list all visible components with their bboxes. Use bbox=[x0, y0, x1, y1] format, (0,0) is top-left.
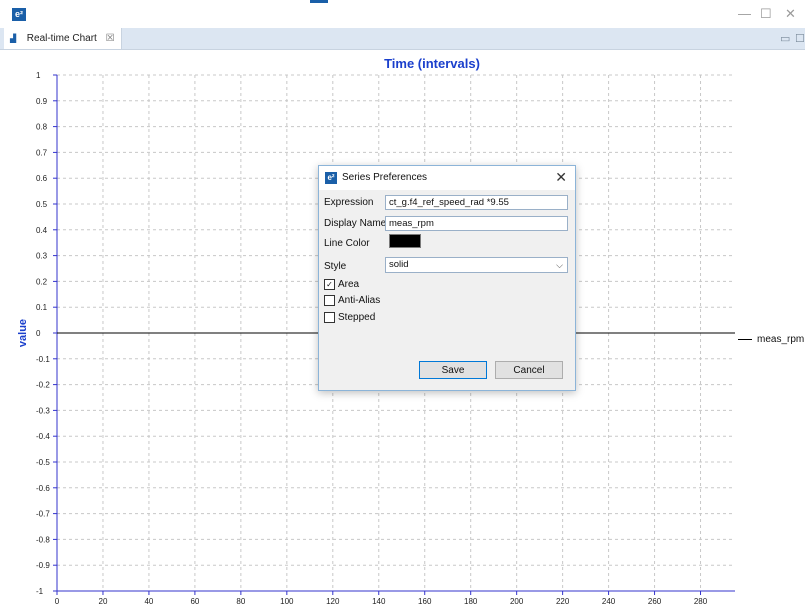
x-tick-label: 80 bbox=[236, 597, 245, 606]
y-tick-label: 0.8 bbox=[36, 123, 48, 132]
display-name-input[interactable] bbox=[385, 216, 568, 231]
anti-alias-label: Anti-Alias bbox=[338, 295, 381, 307]
legend-label: meas_rpm bbox=[757, 334, 805, 345]
style-select[interactable]: solid ⌵ bbox=[385, 257, 568, 273]
dialog-titlebar: e² Series Preferences ✕ bbox=[319, 166, 575, 190]
view-maximize-icon[interactable]: ☐ bbox=[795, 32, 805, 45]
expression-input[interactable] bbox=[385, 195, 568, 210]
editor-tabstrip: ▟ Real-time Chart ☒ ▭ ☐ bbox=[0, 28, 805, 50]
x-tick-label: 120 bbox=[326, 597, 340, 606]
checkbox-box: ✓ bbox=[324, 279, 335, 290]
app-logo-icon: e² bbox=[12, 8, 26, 21]
window-titlebar: e² — ☐ ✕ bbox=[0, 0, 805, 28]
y-tick-label: -1 bbox=[36, 587, 44, 596]
x-tick-label: 240 bbox=[602, 597, 616, 606]
x-tick-label: 140 bbox=[372, 597, 386, 606]
x-tick-label: 220 bbox=[556, 597, 570, 606]
style-value: solid bbox=[389, 259, 409, 270]
maximize-button[interactable]: ☐ bbox=[760, 6, 772, 22]
x-tick-label: 280 bbox=[694, 597, 708, 606]
y-tick-label: 0.5 bbox=[36, 200, 48, 209]
y-tick-label: -0.9 bbox=[36, 561, 50, 570]
x-tick-label: 40 bbox=[144, 597, 153, 606]
y-tick-label: 0.2 bbox=[36, 277, 48, 286]
y-tick-label: -0.7 bbox=[36, 510, 50, 519]
y-tick-label: -0.3 bbox=[36, 406, 50, 415]
minimize-button[interactable]: — bbox=[738, 6, 751, 22]
y-tick-label: -0.5 bbox=[36, 458, 50, 467]
x-tick-label: 0 bbox=[55, 597, 60, 606]
y-tick-label: 0.3 bbox=[36, 252, 48, 261]
y-tick-label: 0.1 bbox=[36, 303, 48, 312]
y-tick-label: 0 bbox=[36, 329, 41, 338]
tab-real-time-chart[interactable]: ▟ Real-time Chart ☒ bbox=[4, 28, 122, 49]
x-tick-label: 160 bbox=[418, 597, 432, 606]
x-tick-label: 20 bbox=[99, 597, 108, 606]
close-window-button[interactable]: ✕ bbox=[785, 6, 796, 22]
x-tick-label: 200 bbox=[510, 597, 524, 606]
checkbox-box bbox=[324, 312, 335, 323]
title-accent bbox=[310, 0, 328, 3]
y-tick-label: -0.1 bbox=[36, 355, 50, 364]
display-name-label: Display Name bbox=[324, 218, 387, 229]
real-time-chart-icon: ▟ bbox=[10, 34, 17, 43]
cancel-button[interactable]: Cancel bbox=[495, 361, 563, 379]
save-button[interactable]: Save bbox=[419, 361, 487, 379]
line-color-swatch[interactable] bbox=[389, 234, 421, 248]
y-tick-label: -0.6 bbox=[36, 484, 50, 493]
y-tick-label: -0.8 bbox=[36, 535, 50, 544]
y-axis-label: value bbox=[17, 319, 29, 347]
stepped-label: Stepped bbox=[338, 312, 376, 324]
area-label: Area bbox=[338, 279, 360, 291]
stepped-checkbox[interactable]: Stepped bbox=[324, 312, 375, 324]
y-tick-label: 0.7 bbox=[36, 148, 48, 157]
expression-label: Expression bbox=[324, 197, 374, 208]
tab-label: Real-time Chart bbox=[26, 33, 97, 44]
chart-legend: meas_rpm bbox=[738, 334, 804, 345]
x-tick-label: 60 bbox=[190, 597, 199, 606]
area-checkbox[interactable]: ✓ Area bbox=[324, 279, 359, 291]
tab-close-icon[interactable]: ☒ bbox=[106, 33, 115, 44]
y-tick-label: 0.4 bbox=[36, 226, 48, 235]
dialog-close-button[interactable]: ✕ bbox=[555, 169, 567, 186]
anti-alias-checkbox[interactable]: Anti-Alias bbox=[324, 295, 380, 307]
x-tick-label: 260 bbox=[648, 597, 662, 606]
checkbox-box bbox=[324, 295, 335, 306]
chart-title: Time (intervals) bbox=[384, 56, 480, 71]
y-tick-label: -0.4 bbox=[36, 432, 50, 441]
y-tick-label: 1 bbox=[36, 71, 41, 80]
line-color-label: Line Color bbox=[324, 238, 370, 249]
y-tick-label: 0.6 bbox=[36, 174, 48, 183]
chevron-down-icon: ⌵ bbox=[556, 260, 563, 270]
x-tick-label: 180 bbox=[464, 597, 478, 606]
series-preferences-dialog: e² Series Preferences ✕ Expression Displ… bbox=[318, 165, 576, 391]
view-minimize-icon[interactable]: ▭ bbox=[780, 32, 790, 45]
x-tick-label: 100 bbox=[280, 597, 294, 606]
legend-line-swatch bbox=[738, 338, 752, 340]
y-tick-label: 0.9 bbox=[36, 97, 48, 106]
style-label: Style bbox=[324, 261, 347, 272]
dialog-title: Series Preferences bbox=[342, 172, 428, 183]
y-tick-label: -0.2 bbox=[36, 381, 50, 390]
app-logo-icon: e² bbox=[325, 172, 337, 184]
